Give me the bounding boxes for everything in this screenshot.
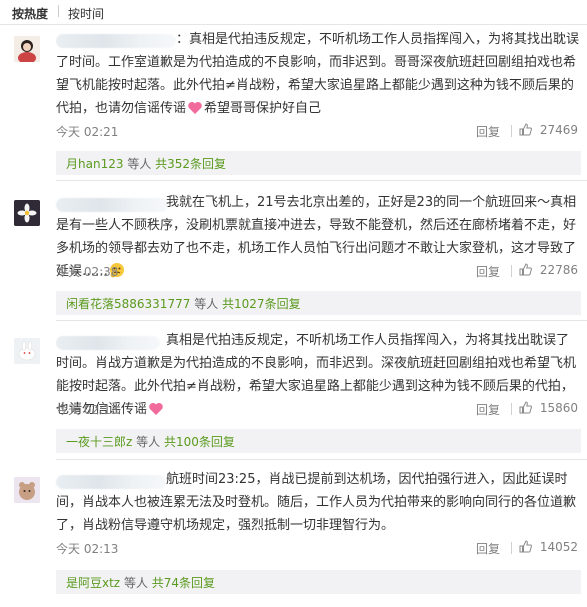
sub-reply-line: 是阿豆xtz 等人 共74条回复: [66, 574, 215, 591]
thumbs-up-icon: [519, 123, 532, 136]
sort-divider: [58, 5, 59, 17]
sub-reply-mid: 等人: [136, 435, 161, 449]
like-count: 22786: [539, 263, 579, 277]
sub-reply-line: 闲看花落5886331777 等人 共1027条回复: [66, 295, 301, 312]
reply-button[interactable]: 回复: [476, 401, 500, 418]
comment-time: 今天 02:21: [56, 125, 119, 139]
heart-emoji-icon: [148, 401, 164, 424]
sub-reply-line: 一夜十三郎z 等人 共100条回复: [66, 433, 235, 450]
sub-reply-mid: 等人: [127, 157, 152, 171]
heart-emoji-icon: [187, 100, 203, 123]
comment-body-tail: 希望哥哥保护好自己: [204, 101, 322, 116]
sub-reply-user[interactable]: 月han123: [66, 157, 123, 171]
sub-reply-count[interactable]: 共74条回复: [152, 576, 215, 590]
like-button[interactable]: 14052: [519, 540, 578, 554]
sort-bar: 按热度 按时间: [0, 0, 587, 25]
thumbs-up-icon: [519, 263, 532, 276]
like-count: 14052: [539, 540, 579, 554]
comment-time: 今天 02:13: [56, 542, 119, 556]
sub-reply-count[interactable]: 共352条回复: [155, 157, 226, 171]
like-count: 15860: [539, 401, 579, 415]
sub-reply-user[interactable]: 是阿豆xtz: [66, 576, 120, 590]
sub-reply-summary[interactable]: 一夜十三郎z 等人 共100条回复: [56, 429, 581, 453]
sub-reply-count[interactable]: 共1027条回复: [222, 297, 301, 311]
comment-text: 我就在飞机上，21号去北京出差的，正好是23的同一个航班回来～真相是有一些人不顾…: [56, 191, 580, 286]
sub-reply-user[interactable]: 一夜十三郎z: [66, 435, 132, 449]
comment-body: 航班时间23:25，肖战已提前到达机场，因代拍强行进入，因此延误时间，肖战本人也…: [56, 472, 577, 533]
comment-time: 今天 02:13: [56, 403, 119, 417]
user-avatar[interactable]: [14, 338, 40, 364]
action-divider: [511, 403, 512, 415]
comment-text: 航班时间23:25，肖战已提前到达机场，因代拍强行进入，因此延误时间，肖战本人也…: [56, 468, 580, 537]
action-divider: [511, 542, 512, 554]
sub-reply-user[interactable]: 闲看花落5886331777: [66, 297, 190, 311]
comment-item: ：真相是代拍违反规定，不听机场工作人员指挥闯入，为将其找出耽误了时间。工作室道歉…: [0, 28, 587, 183]
thumbs-up-icon: [519, 540, 532, 553]
comment-divider: [56, 180, 587, 181]
reply-button[interactable]: 回复: [476, 540, 500, 557]
comment-item: 我就在飞机上，21号去北京出差的，正好是23的同一个航班回来～真相是有一些人不顾…: [0, 192, 587, 320]
reply-button[interactable]: 回复: [476, 263, 500, 280]
sub-reply-summary[interactable]: 闲看花落5886331777 等人 共1027条回复: [56, 291, 581, 315]
sub-reply-count[interactable]: 共100条回复: [164, 435, 235, 449]
action-divider: [511, 265, 512, 277]
reply-button[interactable]: 回复: [476, 123, 500, 140]
like-button[interactable]: 15860: [519, 401, 578, 415]
comment-item: 真相是代拍违反规定，不听机场工作人员指挥闯入，为将其找出耽误了时间。肖战方道歉是…: [0, 330, 587, 458]
thumbs-up-icon: [519, 401, 532, 414]
sub-reply-summary[interactable]: 月han123 等人 共352条回复: [56, 151, 581, 175]
like-button[interactable]: 27469: [519, 123, 578, 137]
like-button[interactable]: 22786: [519, 263, 578, 277]
comment-divider: [56, 320, 587, 321]
sort-by-time-tab[interactable]: 按时间: [68, 5, 104, 22]
user-avatar[interactable]: [14, 36, 40, 62]
sub-reply-summary[interactable]: 是阿豆xtz 等人 共74条回复: [56, 570, 581, 594]
comment-item: 航班时间23:25，肖战已提前到达机场，因代拍强行进入，因此延误时间，肖战本人也…: [0, 469, 587, 597]
sub-reply-line: 月han123 等人 共352条回复: [66, 155, 226, 172]
comment-text: ：真相是代拍违反规定，不听机场工作人员指挥闯入，为将其找出耽误了时间。工作室道歉…: [56, 28, 580, 123]
user-avatar[interactable]: [14, 477, 40, 503]
sort-by-hot-tab[interactable]: 按热度: [12, 5, 48, 22]
action-divider: [511, 125, 512, 137]
comment-time: 今天 02:38: [56, 265, 119, 279]
comment-text: 真相是代拍违反规定，不听机场工作人员指挥闯入，为将其找出耽误了时间。肖战方道歉是…: [56, 329, 580, 424]
sub-reply-mid: 等人: [123, 576, 148, 590]
sub-reply-mid: 等人: [194, 297, 219, 311]
like-count: 27469: [539, 123, 579, 137]
user-avatar[interactable]: [14, 200, 40, 226]
comment-divider: [56, 459, 587, 460]
